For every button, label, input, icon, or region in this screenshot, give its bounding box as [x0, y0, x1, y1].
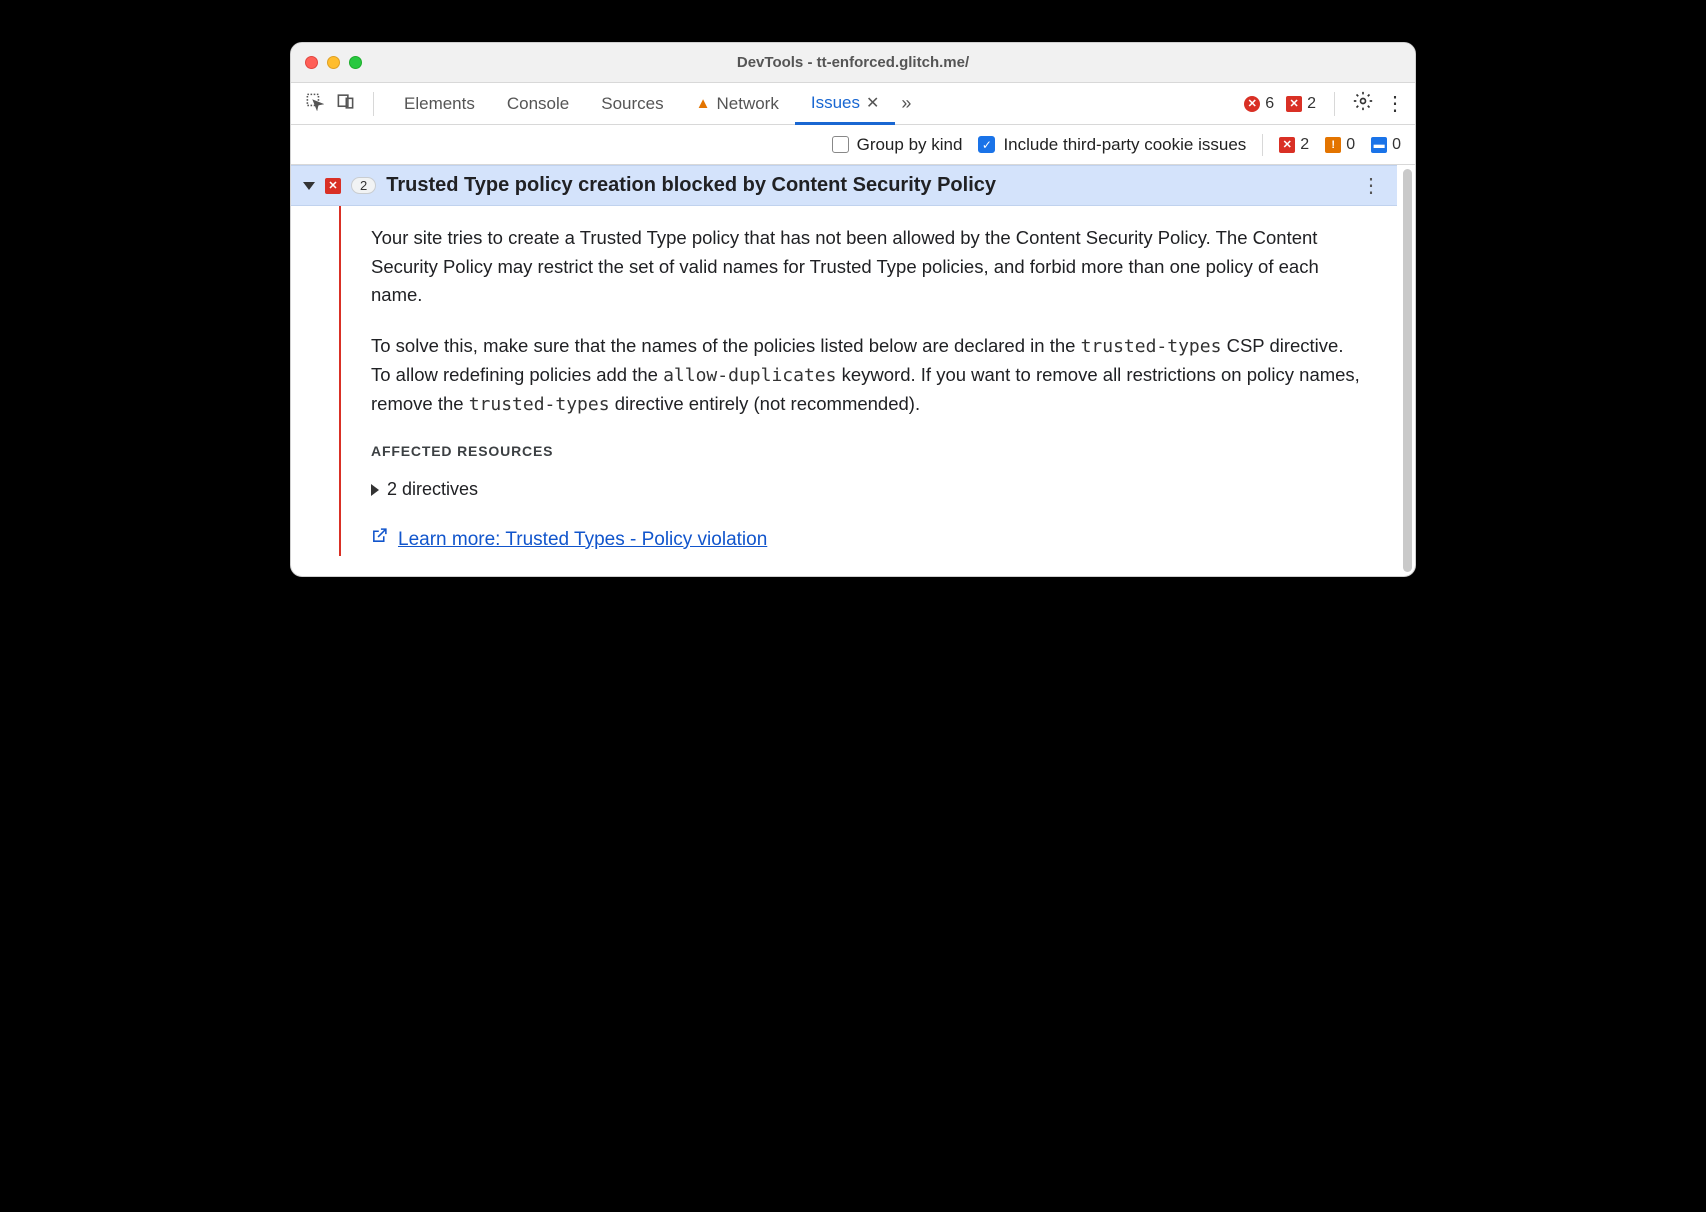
issue-error-icon: ✕	[1279, 137, 1295, 153]
tab-sources[interactable]: Sources	[585, 83, 679, 124]
tab-label: Issues	[811, 93, 860, 113]
toolbar-error-count[interactable]: ✕2	[1279, 136, 1309, 154]
count-value: 0	[1392, 136, 1401, 154]
issue-warn-icon: !	[1325, 137, 1341, 153]
third-party-checkbox[interactable]: ✓ Include third-party cookie issues	[978, 135, 1246, 155]
code-trusted-types-2: trusted-types	[469, 394, 610, 415]
count-value: 2	[1300, 136, 1309, 154]
checkbox-icon	[832, 136, 849, 153]
checkbox-checked-icon: ✓	[978, 136, 995, 153]
issue-body: Your site tries to create a Trusted Type…	[339, 206, 1397, 556]
group-by-kind-checkbox[interactable]: Group by kind	[832, 135, 963, 155]
issues-count-badge[interactable]: ✕2	[1286, 95, 1316, 113]
tab-console[interactable]: Console	[491, 83, 585, 124]
count-value: 6	[1265, 95, 1274, 113]
expand-icon[interactable]	[303, 182, 315, 190]
code-allow-duplicates: allow-duplicates	[663, 365, 836, 386]
device-toggle-icon[interactable]	[336, 92, 355, 116]
divider	[1262, 134, 1263, 156]
checkbox-label: Group by kind	[857, 135, 963, 155]
devtools-window: DevTools - tt-enforced.glitch.me/ Elemen…	[290, 42, 1416, 577]
issues-toolbar: Group by kind ✓ Include third-party cook…	[291, 125, 1415, 165]
directives-toggle[interactable]: 2 directives	[371, 476, 1367, 504]
warning-icon: ▲	[696, 95, 711, 112]
external-link-icon	[371, 526, 388, 552]
panel-tabs: Elements Console Sources ▲ Network Issues…	[388, 83, 912, 124]
minimize-window-button[interactable]	[327, 56, 340, 69]
toolbar-info-count[interactable]: ▬0	[1371, 136, 1401, 154]
divider	[1334, 92, 1335, 116]
tab-elements[interactable]: Elements	[388, 83, 491, 124]
tab-label: Elements	[404, 94, 475, 114]
issue-menu-icon[interactable]: ⋮	[1357, 173, 1385, 198]
checkbox-label: Include third-party cookie issues	[1003, 135, 1246, 155]
divider	[373, 92, 374, 116]
close-window-button[interactable]	[305, 56, 318, 69]
issue-title: Trusted Type policy creation blocked by …	[386, 174, 1347, 197]
count-value: 2	[1307, 95, 1316, 113]
toolbar-warn-count[interactable]: !0	[1325, 136, 1355, 154]
directives-count: 2 directives	[387, 476, 478, 504]
issue-error-icon: ✕	[1286, 96, 1302, 112]
devtools-tabbar: Elements Console Sources ▲ Network Issues…	[291, 83, 1415, 125]
more-menu-icon[interactable]: ⋮	[1385, 91, 1405, 116]
close-icon[interactable]: ✕	[866, 93, 879, 113]
tab-label: Network	[716, 94, 778, 114]
tab-issues[interactable]: Issues ✕	[795, 84, 896, 125]
affected-resources-label: AFFECTED RESOURCES	[371, 441, 1367, 463]
inspect-icon[interactable]	[305, 92, 324, 116]
scrollbar[interactable]	[1403, 169, 1412, 572]
more-tabs-icon[interactable]: »	[895, 93, 912, 114]
issue-count-pill: 2	[351, 177, 376, 194]
issue-description-2: To solve this, make sure that the names …	[371, 332, 1367, 419]
issue-severity-icon: ✕	[325, 178, 341, 194]
tab-network[interactable]: ▲ Network	[680, 83, 795, 124]
learn-more-link[interactable]: Learn more: Trusted Types - Policy viola…	[371, 525, 767, 554]
issue-info-icon: ▬	[1371, 137, 1387, 153]
traffic-lights	[305, 56, 362, 69]
tab-label: Console	[507, 94, 569, 114]
titlebar: DevTools - tt-enforced.glitch.me/	[291, 43, 1415, 83]
window-title: DevTools - tt-enforced.glitch.me/	[291, 54, 1415, 71]
settings-icon[interactable]	[1353, 91, 1373, 117]
chevron-right-icon	[371, 484, 379, 496]
error-icon: ✕	[1244, 96, 1260, 112]
count-value: 0	[1346, 136, 1355, 154]
issue-description-1: Your site tries to create a Trusted Type…	[371, 224, 1367, 310]
tab-label: Sources	[601, 94, 663, 114]
error-count-badge[interactable]: ✕6	[1244, 95, 1274, 113]
learn-more-text: Learn more: Trusted Types - Policy viola…	[398, 525, 767, 554]
issue-header[interactable]: ✕ 2 Trusted Type policy creation blocked…	[291, 165, 1397, 206]
issues-content: ✕ 2 Trusted Type policy creation blocked…	[291, 165, 1415, 576]
zoom-window-button[interactable]	[349, 56, 362, 69]
code-trusted-types: trusted-types	[1081, 336, 1222, 357]
